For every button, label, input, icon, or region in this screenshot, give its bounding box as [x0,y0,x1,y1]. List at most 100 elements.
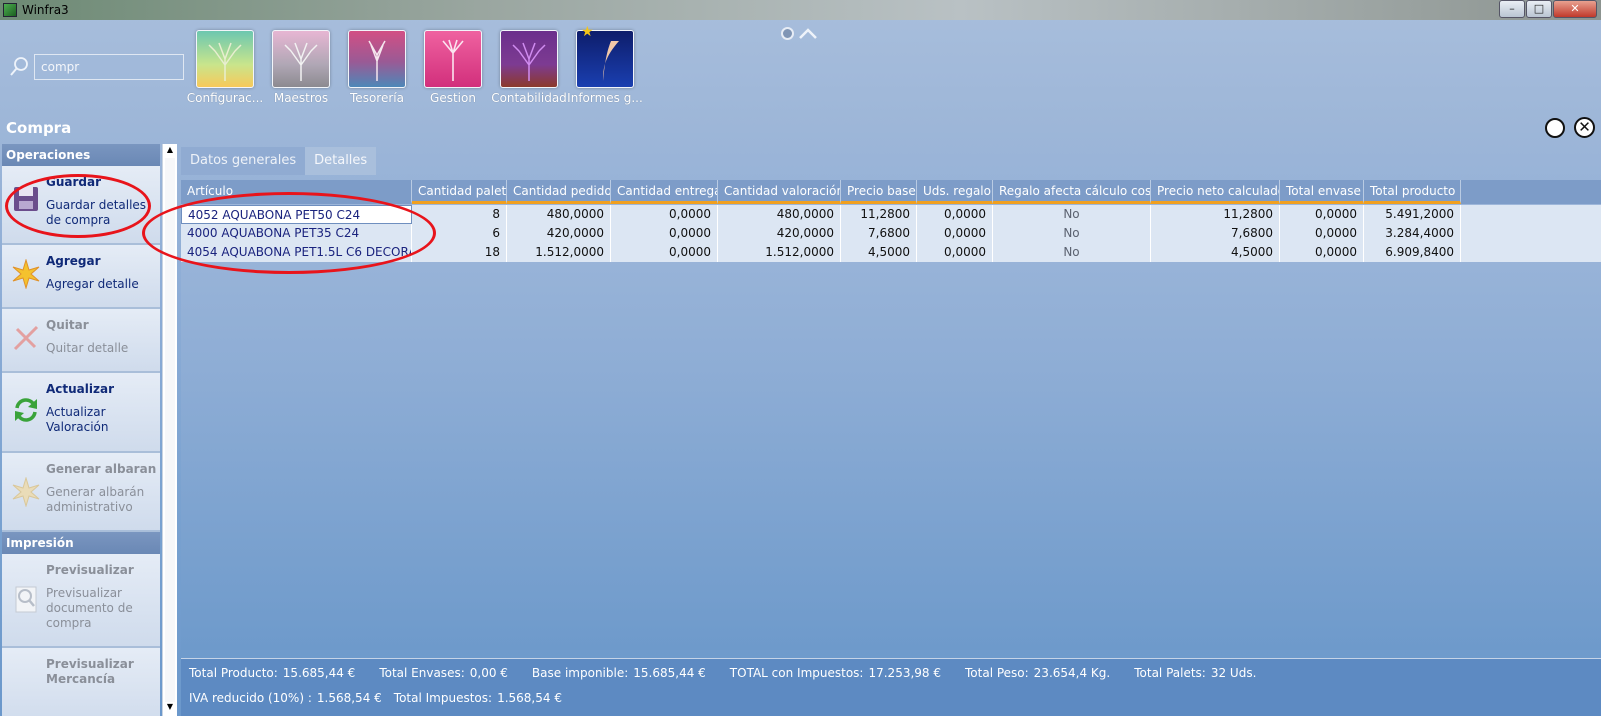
total-envases: Total Envases: 0,00 € [379,666,508,680]
module-configuracion[interactable]: Configurac... [186,30,264,105]
cell: 0,0000 [917,205,993,224]
minimize-button[interactable]: – [1499,0,1525,18]
search-icon[interactable] [9,56,29,78]
guardar-button[interactable]: Guardar Guardar detalles de compra [2,166,160,245]
starburst-icon [12,477,40,507]
cell: 0,0000 [611,205,718,224]
generar-albaran-button[interactable]: Generar albaran Generar albarán administ… [2,453,160,532]
cell: 420,0000 [718,224,841,243]
quitar-button[interactable]: Quitar Quitar detalle [2,309,160,373]
cell: 420,0000 [507,224,611,243]
cell: 0,0000 [1280,243,1364,262]
cell-articulo[interactable]: 4052 AQUABONA PET50 C24 [181,205,412,224]
cell: 0,0000 [1280,205,1364,224]
module-informes[interactable]: Informes g... [566,30,644,105]
cell: 11,2800 [1151,205,1280,224]
close-icon[interactable]: ✕ [1574,117,1595,138]
module-gestion[interactable]: Gestion [414,30,492,105]
column-header[interactable]: Total producto [1364,180,1461,204]
circle-icon[interactable] [1545,118,1565,138]
action-title: Quitar [46,318,89,332]
action-title: Generar albaran [46,462,157,476]
cell-articulo[interactable]: 4000 AQUABONA PET35 C24 [181,224,412,243]
column-header[interactable]: Precio base [841,180,917,204]
tab-detalles[interactable]: Detalles [305,147,377,175]
action-title: Actualizar [46,382,115,396]
module-label: Maestros [273,91,329,105]
module-label: Contabilidad [491,91,567,105]
previsualizar-button[interactable]: Previsualizar Previsualizar documento de… [2,554,160,648]
column-header[interactable]: Regalo afecta cálculo coste [993,180,1151,204]
column-header[interactable]: Precio neto calculado [1151,180,1280,204]
module-contabilidad[interactable]: Contabilidad [490,30,568,105]
action-desc: Previsualizar documento de compra [46,586,133,630]
column-header[interactable]: Cantidad entrega [611,180,718,204]
action-title: Previsualizar Mercancía [46,657,134,686]
maximize-button[interactable]: □ [1526,0,1552,18]
close-window-button[interactable]: ✕ [1553,0,1597,18]
cell: 0,0000 [611,224,718,243]
agregar-button[interactable]: Agregar Agregar detalle [2,245,160,309]
cell: 0,0000 [917,224,993,243]
section-impresion: Impresión [2,532,160,554]
column-header[interactable]: Cantidad palets [412,180,507,204]
chevron-up-icon[interactable] [798,26,818,40]
previsualizar-mercancia-button[interactable]: Previsualizar Mercancía [2,648,160,716]
total-peso: Total Peso: 23.654,4 Kg. [965,666,1111,680]
scroll-down-icon[interactable]: ▼ [163,702,177,714]
scroll-up-icon[interactable]: ▲ [163,145,177,157]
cell: 0,0000 [917,243,993,262]
search-input[interactable] [34,54,184,80]
details-grid: Artículo Cantidad palets Cantidad pedido… [181,180,1601,650]
page-title: Compra [6,119,72,137]
floppy-disk-icon [14,187,38,211]
scroll-thumb[interactable] [165,158,175,702]
title-bar: Winfra3 – □ ✕ [0,0,1601,20]
cell: 7,6800 [841,224,917,243]
tree-icon [500,30,558,88]
table-row[interactable]: 4054 AQUABONA PET1.5L C6 DECORADA 18 1.5… [181,243,1601,262]
column-header[interactable]: Total envase [1280,180,1364,204]
table-row[interactable]: 4052 AQUABONA PET50 C24 8 480,0000 0,000… [181,205,1601,224]
cell: 8 [412,205,507,224]
cell: 0,0000 [1280,224,1364,243]
module-maestros[interactable]: Maestros [262,30,340,105]
tab-datos-generales[interactable]: Datos generales [181,147,306,175]
action-desc: Agregar detalle [46,277,139,291]
totals-footer: Total Producto: 15.685,44 € Total Envases… [181,658,1601,716]
preview-magnifier-icon [15,586,37,613]
action-desc: Quitar detalle [46,341,129,355]
starburst-icon [12,259,40,289]
column-header[interactable]: Cantidad valoración [718,180,841,204]
cell: 5.491,2000 [1364,205,1461,224]
tree-icon [348,30,406,88]
window-title: Winfra3 [22,3,69,17]
favorite-star-icon[interactable]: ★ [581,24,594,40]
column-header[interactable]: Uds. regalo [917,180,993,204]
actualizar-button[interactable]: Actualizar Actualizar Valoración [2,373,160,453]
cell: 0,0000 [611,243,718,262]
cell: 18 [412,243,507,262]
cell: 3.284,4000 [1364,224,1461,243]
column-header[interactable]: Cantidad pedido [507,180,611,204]
column-header[interactable]: Artículo [181,180,412,204]
remove-x-icon [13,325,39,351]
tree-icon [272,30,330,88]
table-row[interactable]: 4000 AQUABONA PET35 C24 6 420,0000 0,000… [181,224,1601,243]
module-label: Configurac... [186,91,264,105]
sidebar-scrollbar[interactable]: ▲ ▼ [162,144,177,716]
action-title: Agregar [46,254,101,268]
tree-icon [196,30,254,88]
cell: 4,5000 [841,243,917,262]
cell: 480,0000 [507,205,611,224]
cell-articulo[interactable]: 4054 AQUABONA PET1.5L C6 DECORADA [181,243,412,262]
cell: 7,6800 [1151,224,1280,243]
cell: No [993,205,1151,224]
cell: 11,2800 [841,205,917,224]
app-icon [3,3,17,17]
action-desc: Guardar detalles de compra [46,198,147,227]
module-tesoreria[interactable]: Tesorería [338,30,416,105]
pin-icon[interactable] [781,26,794,40]
module-label: Tesorería [350,91,404,105]
iva-reducido: IVA reducido (10%) :1.568,54 € [189,691,382,705]
